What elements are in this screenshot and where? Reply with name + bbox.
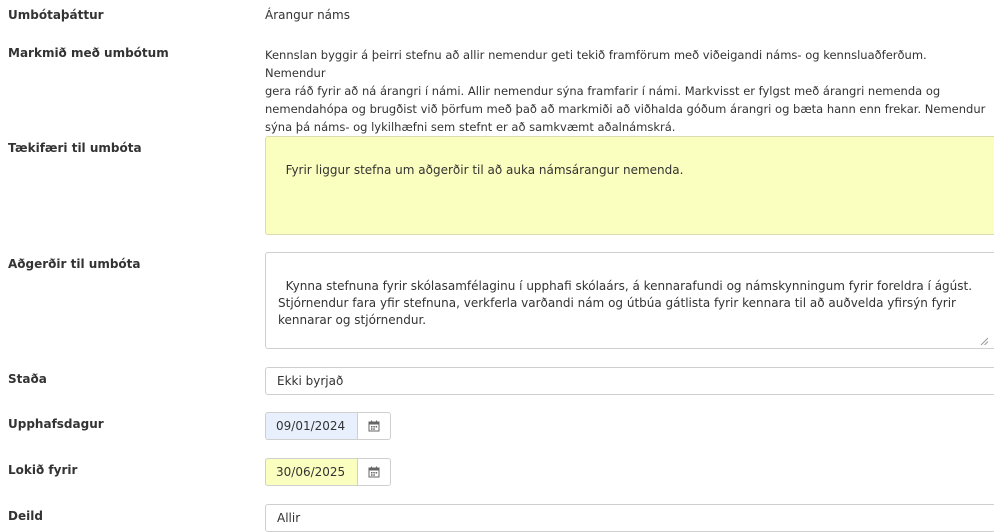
lokid-input[interactable]: 30/06/2025 bbox=[265, 458, 357, 486]
stada-select[interactable]: Ekki byrjað ▾ bbox=[265, 367, 994, 395]
label-taekifaeri: Tækifæri til umbóta bbox=[8, 141, 142, 155]
resize-handle-icon[interactable] bbox=[980, 337, 988, 345]
calendar-icon bbox=[368, 466, 380, 478]
label-stada: Staða bbox=[8, 372, 47, 386]
value-umbotathattur: Árangur náms bbox=[265, 8, 350, 22]
calendar-icon bbox=[368, 420, 380, 432]
adgerdir-text: Kynna stefnuna fyrir skólasamfélaginu í … bbox=[278, 279, 973, 327]
markmid-line: nemendahópa og brugðist við þörfum með þ… bbox=[265, 102, 986, 116]
adgerdir-textarea[interactable]: Kynna stefnuna fyrir skólasamfélaginu í … bbox=[265, 252, 994, 349]
label-deild: Deild bbox=[8, 509, 43, 523]
markmid-line: sýna þá náms- og lykilhæfni sem stefnt e… bbox=[265, 120, 676, 134]
markmid-line: Kennslan byggir á þeirri stefnu að allir… bbox=[265, 48, 927, 80]
markmid-text: Kennslan byggir á þeirri stefnu að allir… bbox=[265, 46, 990, 136]
label-upphafsdagur: Upphafsdagur bbox=[8, 417, 104, 431]
stada-selected: Ekki byrjað bbox=[277, 374, 344, 388]
upphafsdagur-group: 09/01/2024 bbox=[265, 412, 391, 440]
label-lokid: Lokið fyrir bbox=[8, 463, 78, 477]
lokid-group: 30/06/2025 bbox=[265, 458, 391, 486]
label-umbotathattur: Umbótaþáttur bbox=[8, 8, 104, 22]
calendar-button[interactable] bbox=[357, 412, 391, 440]
markmid-line: gera ráð fyrir að ná árangri í námi. All… bbox=[265, 84, 941, 98]
label-markmid: Markmið með umbótum bbox=[8, 46, 169, 60]
deild-selected: Allir bbox=[277, 511, 301, 525]
calendar-button[interactable] bbox=[357, 458, 391, 486]
upphafsdagur-input[interactable]: 09/01/2024 bbox=[265, 412, 357, 440]
label-adgerdir: Aðgerðir til umbóta bbox=[8, 257, 141, 271]
taekifaeri-textarea[interactable]: Fyrir liggur stefna um aðgerðir til að a… bbox=[265, 136, 994, 235]
taekifaeri-text: Fyrir liggur stefna um aðgerðir til að a… bbox=[285, 163, 684, 177]
deild-select[interactable]: Allir ▾ bbox=[265, 504, 994, 532]
